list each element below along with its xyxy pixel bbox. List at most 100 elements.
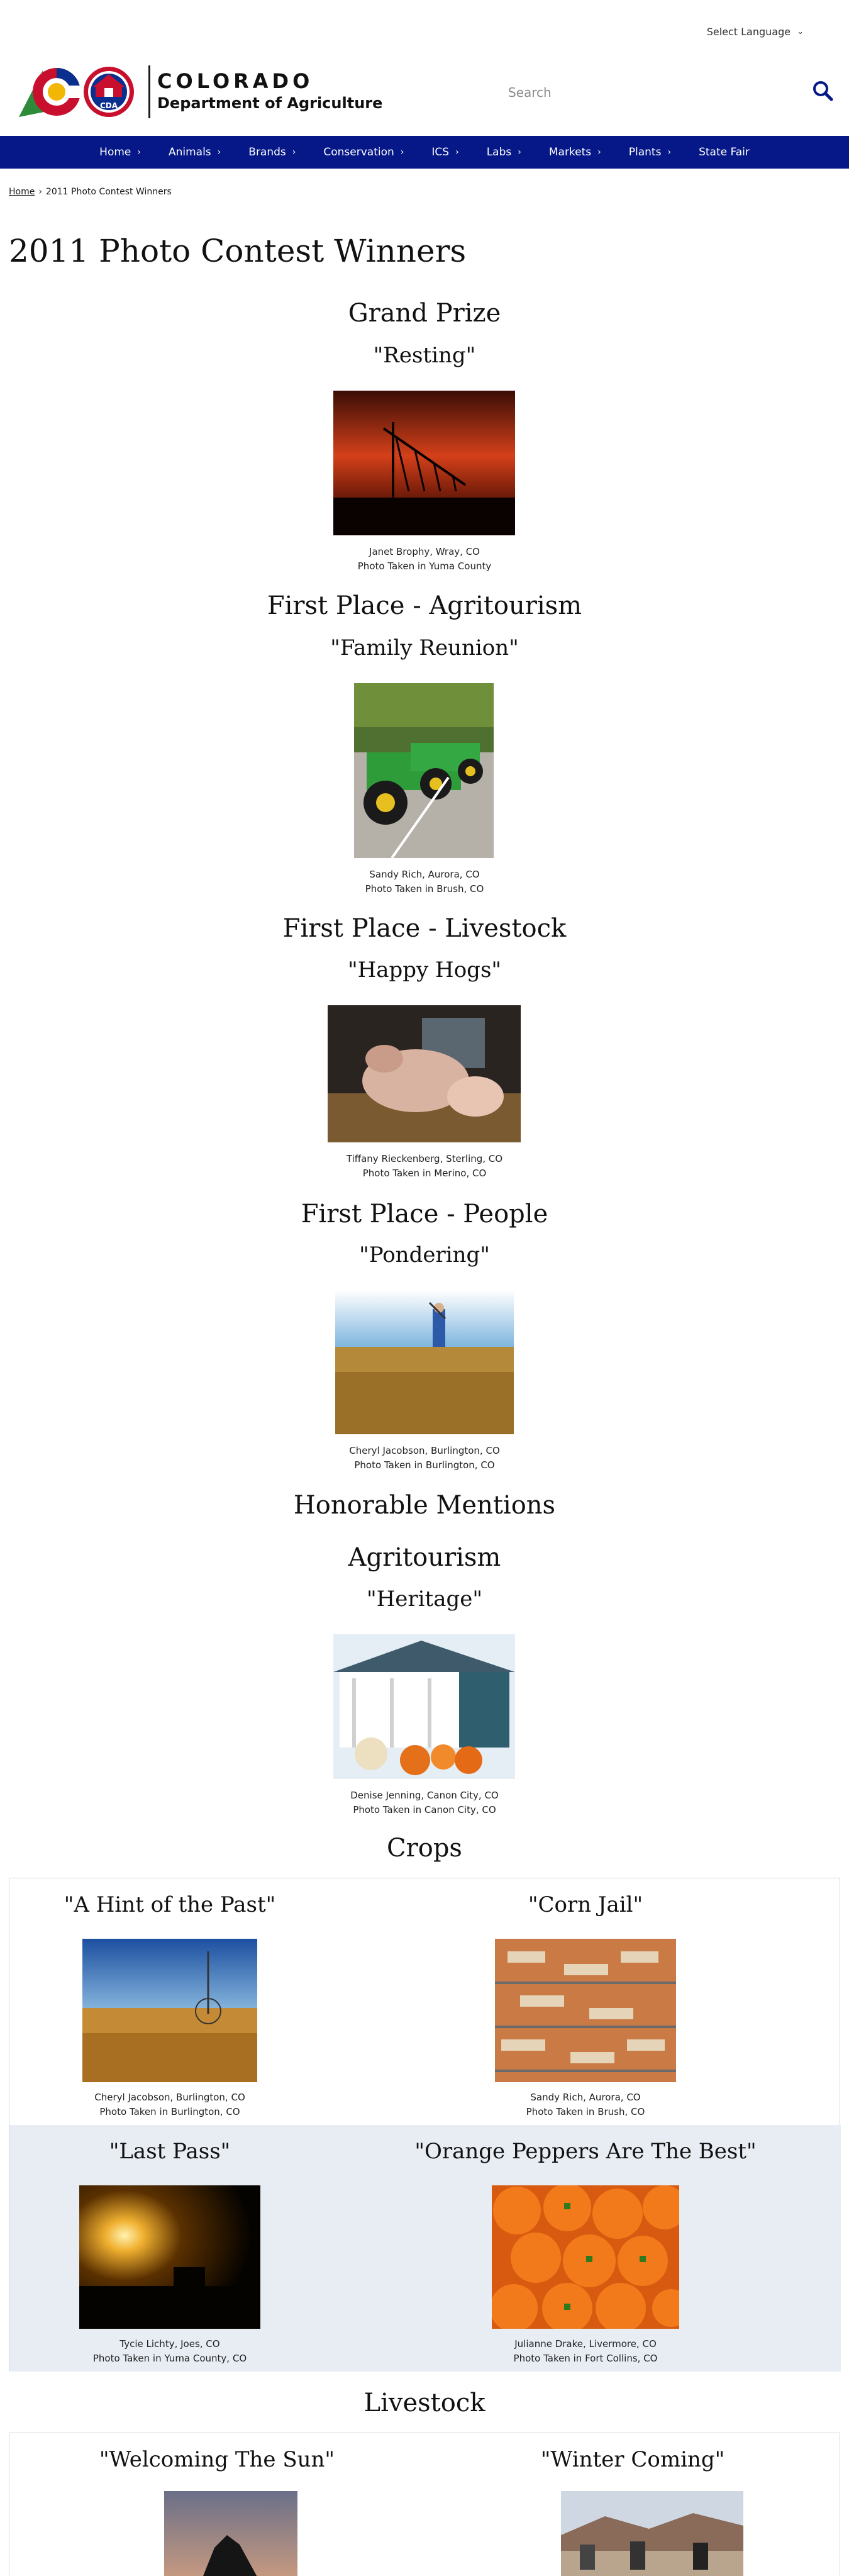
photo-author: Denise Jenning, Canon City, CO: [350, 1790, 499, 1801]
photo-location: Photo Taken in Fort Collins, CO: [513, 2353, 658, 2364]
chevron-right-icon: ›: [597, 147, 601, 157]
chevron-right-icon: ›: [292, 147, 296, 157]
photo-corn-jail[interactable]: [495, 1939, 676, 2082]
photo-caption: Denise Jenning, Canon City, CO Photo Tak…: [0, 1788, 849, 1817]
photo-author: Julianne Drake, Livermore, CO: [514, 2338, 657, 2350]
top-bar: Select Language ⌄: [0, 0, 849, 63]
photo-author: Sandy Rich, Aurora, CO: [369, 869, 480, 880]
nav-item-animals[interactable]: Animals ›: [155, 146, 235, 159]
photo-title: "Happy Hogs": [347, 957, 502, 983]
photo-hint-of-the-past[interactable]: [82, 1939, 257, 2082]
photo-title: "Corn Jail": [528, 1892, 643, 1917]
nav-label: Brands: [248, 146, 286, 159]
chevron-right-icon: ›: [455, 147, 459, 157]
language-selector[interactable]: Select Language ⌄: [707, 26, 804, 38]
photo-caption: Sandy Rich, Aurora, CO Photo Taken in Br…: [0, 867, 849, 896]
grid-cell: "Last Pass" Tycie Lichty, Joes, CO Photo…: [9, 2125, 330, 2372]
photo-orange-peppers[interactable]: [492, 2185, 679, 2329]
breadcrumb-home-link[interactable]: Home: [9, 187, 35, 197]
grid-cell: "Winter Coming": [425, 2433, 841, 2576]
photo-caption: Janet Brophy, Wray, CO Photo Taken in Yu…: [0, 545, 849, 574]
page-title: 2011 Photo Contest Winners: [9, 233, 467, 269]
photo-title: "Pondering": [359, 1242, 490, 1268]
nav-label: Home: [99, 146, 131, 159]
chevron-right-icon: ›: [137, 147, 141, 157]
nav-label: ICS: [431, 146, 450, 159]
chevron-down-icon: ⌄: [797, 27, 804, 36]
grid-cell: "Welcoming The Sun": [9, 2433, 425, 2576]
brand-subtitle[interactable]: Department of Agriculture: [157, 94, 382, 112]
brand-row: CDA COLORADO Department of Agriculture: [0, 63, 849, 132]
nav-label: Animals: [168, 146, 211, 159]
photo-happy-hogs[interactable]: [328, 1005, 521, 1142]
nav-item-conservation[interactable]: Conservation ›: [309, 146, 418, 159]
cda-logo[interactable]: CDA: [18, 65, 150, 120]
photo-location: Photo Taken in Canon City, CO: [353, 1804, 496, 1815]
breadcrumb-separator: ›: [38, 187, 42, 197]
photo-heritage[interactable]: [333, 1634, 515, 1779]
nav-label: Plants: [628, 146, 662, 159]
nav-item-plants[interactable]: Plants ›: [615, 146, 685, 159]
nav-label: Conservation: [323, 146, 394, 159]
photo-title: "Last Pass": [109, 2139, 231, 2164]
photo-author: Cheryl Jacobson, Burlington, CO: [349, 1445, 500, 1456]
nav-label: Labs: [486, 146, 512, 159]
nav-item-markets[interactable]: Markets ›: [535, 146, 615, 159]
photo-location: Photo Taken in Yuma County: [357, 560, 492, 572]
photo-author: Sandy Rich, Aurora, CO: [530, 2092, 641, 2103]
photo-location: Photo Taken in Burlington, CO: [354, 1459, 495, 1471]
photo-pondering[interactable]: [335, 1290, 514, 1434]
grid-cell: "Orange Peppers Are The Best" Julianne D…: [330, 2125, 841, 2372]
grid-cell: "Corn Jail" Sandy Rich, Aurora, CO Photo…: [330, 1878, 841, 2125]
photo-caption: Cheryl Jacobson, Burlington, CO Photo Ta…: [0, 1444, 849, 1473]
section-heading-agritourism: Agritourism: [348, 1543, 501, 1572]
nav-item-home[interactable]: Home ›: [86, 146, 155, 159]
photo-family-reunion[interactable]: [354, 683, 494, 858]
breadcrumb-current: 2011 Photo Contest Winners: [45, 187, 172, 197]
photo-title: "Welcoming The Sun": [99, 2447, 335, 2472]
photo-title: "A Hint of the Past": [64, 1892, 276, 1917]
nav-label: State Fair: [699, 146, 750, 159]
section-heading-first-place-livestock: First Place - Livestock: [282, 914, 567, 943]
photo-title: "Orange Peppers Are The Best": [414, 2139, 757, 2164]
photo-resting[interactable]: [333, 391, 515, 535]
nav-item-labs[interactable]: Labs ›: [473, 146, 535, 159]
photo-welcoming-the-sun[interactable]: [164, 2491, 297, 2576]
brand-title[interactable]: COLORADO: [157, 69, 313, 93]
section-heading-crops: Crops: [387, 1834, 462, 1863]
photo-location: Photo Taken in Brush, CO: [526, 2106, 645, 2117]
logo-divider: [148, 65, 150, 118]
section-heading-livestock: Livestock: [363, 2389, 486, 2417]
breadcrumb: Home › 2011 Photo Contest Winners: [9, 187, 172, 197]
photo-last-pass[interactable]: [79, 2185, 260, 2329]
photo-winter-coming[interactable]: [561, 2491, 743, 2576]
search-input[interactable]: [508, 82, 785, 103]
nav-item-brands[interactable]: Brands ›: [235, 146, 309, 159]
chevron-right-icon: ›: [400, 147, 404, 157]
photo-author: Janet Brophy, Wray, CO: [369, 546, 480, 557]
photo-title: "Family Reunion": [330, 635, 519, 661]
livestock-grid: "Welcoming The Sun" "Winter Coming": [9, 2433, 840, 2576]
nav-item-ics[interactable]: ICS ›: [418, 146, 472, 159]
main-nav: Home › Animals › Brands › Conservation › ICS…: [0, 136, 849, 169]
chevron-right-icon: ›: [217, 147, 221, 157]
photo-caption: Tycie Lichty, Joes, CO Photo Taken in Yu…: [9, 2337, 330, 2366]
search-icon[interactable]: [811, 79, 834, 102]
section-heading-first-place-people: First Place - People: [301, 1200, 548, 1229]
language-label: Select Language: [706, 26, 791, 38]
photo-author: Tycie Lichty, Joes, CO: [119, 2338, 220, 2350]
photo-location: Photo Taken in Yuma County, CO: [92, 2353, 247, 2364]
section-heading-honorable-mentions: Honorable Mentions: [293, 1491, 556, 1520]
grid-cell: "A Hint of the Past" Cheryl Jacobson, Bu…: [9, 1878, 330, 2125]
chevron-right-icon: ›: [518, 147, 521, 157]
photo-caption: Julianne Drake, Livermore, CO Photo Take…: [330, 2337, 841, 2366]
photo-title: "Winter Coming": [540, 2447, 725, 2472]
crops-grid: "A Hint of the Past" Cheryl Jacobson, Bu…: [9, 1878, 841, 2372]
nav-item-state-fair[interactable]: State Fair: [685, 146, 763, 159]
photo-title: "Heritage": [367, 1586, 482, 1612]
photo-author: Tiffany Rieckenberg, Sterling, CO: [346, 1153, 503, 1164]
section-heading-first-place-agritourism: First Place - Agritourism: [267, 591, 582, 620]
photo-location: Photo Taken in Brush, CO: [365, 883, 484, 895]
photo-caption: Cheryl Jacobson, Burlington, CO Photo Ta…: [9, 2090, 330, 2119]
photo-caption: Sandy Rich, Aurora, CO Photo Taken in Br…: [330, 2090, 841, 2119]
